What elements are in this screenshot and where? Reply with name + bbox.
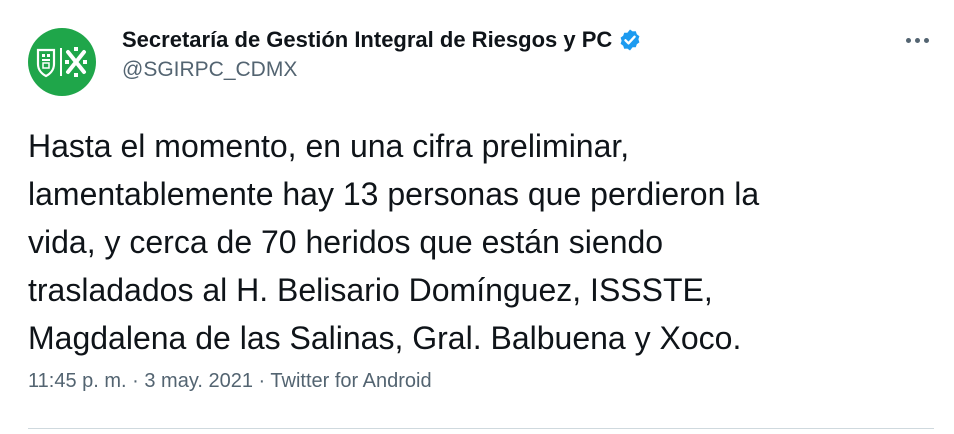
tweet-card: Secretaría de Gestión Integral de Riesgo… [0, 0, 954, 434]
author-handle[interactable]: @SGIRPC_CDMX [122, 58, 642, 82]
tweet-source[interactable]: Twitter for Android [270, 370, 431, 392]
tweet-meta: 11:45 p. m. · 3 may. 2021 · Twitter for … [28, 370, 432, 393]
tweet-time[interactable]: 11:45 p. m. [28, 370, 127, 392]
tweet-text: Hasta el momento, en una cifra prelimina… [28, 128, 760, 356]
name-row: Secretaría de Gestión Integral de Riesgo… [122, 26, 642, 54]
author-display-name[interactable]: Secretaría de Gestión Integral de Riesgo… [122, 27, 612, 53]
meta-separator: · [258, 370, 266, 392]
avatar[interactable] [28, 28, 96, 96]
tweet-date[interactable]: 3 may. 2021 [144, 370, 253, 392]
tweet-author: Secretaría de Gestión Integral de Riesgo… [122, 26, 642, 82]
more-options-icon[interactable] [900, 30, 934, 50]
meta-separator: · [132, 370, 139, 392]
verified-badge-icon [618, 28, 642, 52]
divider [28, 428, 934, 429]
cdmx-logo-icon [36, 47, 87, 78]
